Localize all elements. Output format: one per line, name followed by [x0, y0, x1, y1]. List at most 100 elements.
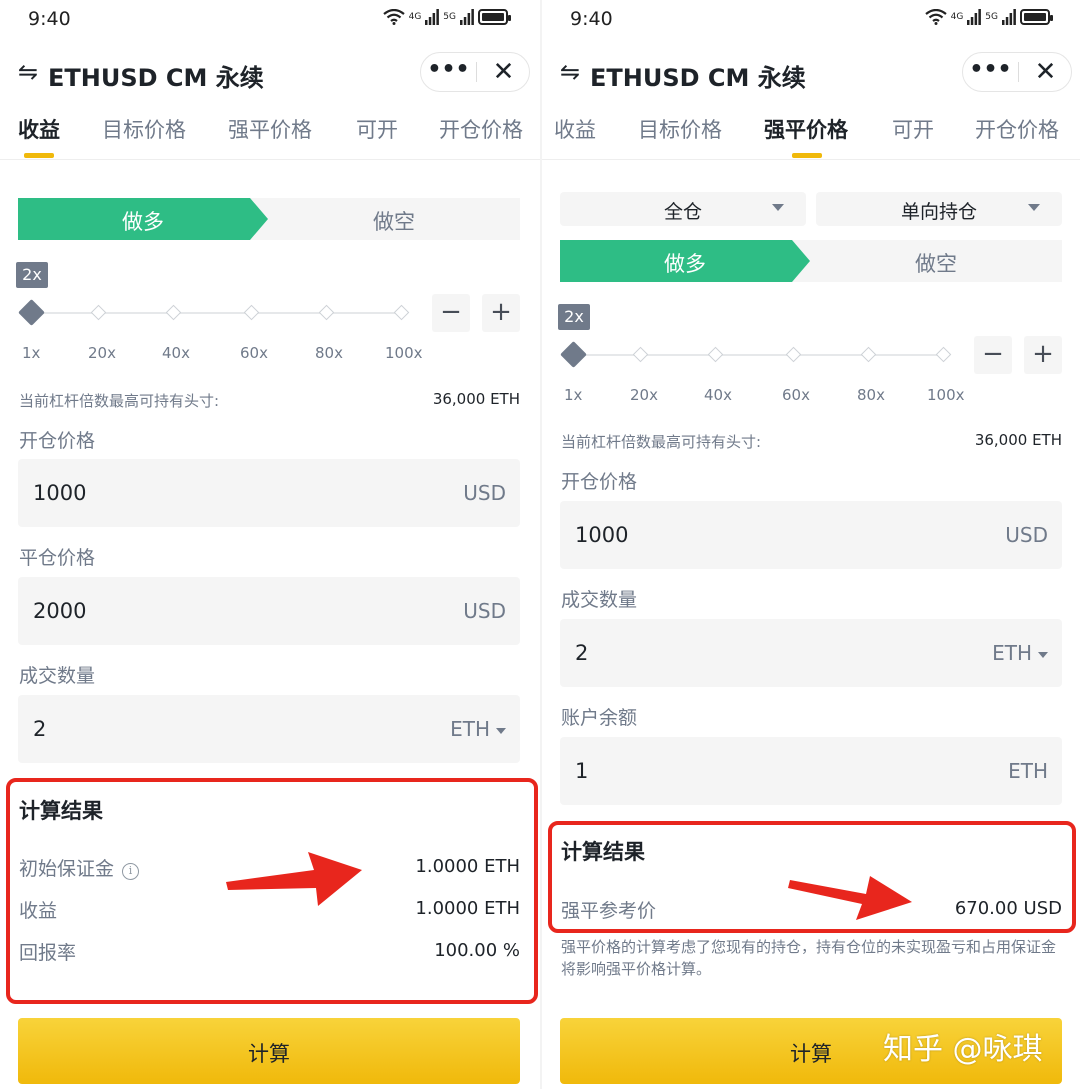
leverage-tick: 40x	[162, 344, 190, 362]
balance-input[interactable]: 1 ETH	[560, 737, 1062, 805]
battery-icon	[478, 9, 511, 25]
status-time: 9:40	[28, 8, 71, 30]
leverage-slider-track[interactable]	[574, 354, 946, 356]
leverage-tick: 100x	[927, 386, 965, 404]
slider-step-dot[interactable]	[860, 346, 877, 363]
close-icon[interactable]: ✕	[1019, 53, 1072, 91]
field-label: 开仓价格	[19, 430, 96, 452]
slider-step-dot[interactable]	[393, 304, 410, 321]
leverage-plus-button[interactable]: +	[1024, 336, 1062, 374]
page-title: ETHUSD CM 永续	[590, 64, 806, 92]
status-bar: 9:40 4G 5G	[0, 0, 540, 38]
slider-step-dot[interactable]	[318, 304, 335, 321]
close-price-input[interactable]: 2000 USD	[18, 577, 520, 645]
tab-max-open[interactable]: 可开	[356, 114, 398, 144]
wifi-icon	[382, 9, 405, 25]
result-label: 回报率	[19, 942, 77, 964]
more-icon[interactable]: •••	[421, 53, 476, 91]
left-screen: 9:40 4G 5G ⇋ ETHUSD CM 永续 ••• ✕ 收益 目标价格 …	[0, 0, 540, 1089]
field-value: 1	[575, 759, 589, 783]
leverage-tick: 20x	[630, 386, 658, 404]
red-arrow-icon	[226, 852, 362, 906]
leverage-tick: 20x	[88, 344, 116, 362]
slider-step-dot[interactable]	[935, 346, 952, 363]
close-icon[interactable]: ✕	[477, 53, 530, 91]
short-button[interactable]: 做空	[268, 206, 520, 236]
initial-margin-value: 1.0000 ETH	[415, 856, 520, 877]
info-icon[interactable]: i	[122, 863, 140, 880]
wifi-icon	[924, 9, 947, 25]
red-arrow-icon	[788, 876, 912, 920]
margin-mode-value: 全仓	[663, 201, 702, 223]
liquidation-price-value: 670.00 USD	[954, 898, 1062, 919]
slider-step-dot[interactable]	[90, 304, 107, 321]
liquidation-note: 强平价格的计算考虑了您现有的持仓，持有仓位的未实现盈亏和占用保证金将影响强平价格…	[561, 938, 1057, 978]
tab-open-price[interactable]: 开仓价格	[975, 114, 1059, 144]
field-label: 平仓价格	[19, 547, 96, 569]
signal-icon	[1002, 9, 1016, 25]
open-price-input[interactable]: 1000 USD	[18, 459, 520, 527]
margin-mode-select[interactable]: 全仓	[560, 192, 806, 226]
swap-icon[interactable]: ⇋	[560, 58, 580, 86]
leverage-slider-track[interactable]	[32, 312, 404, 314]
leverage-slider-thumb[interactable]	[18, 299, 45, 326]
slider-step-dot[interactable]	[243, 304, 260, 321]
field-value: 2	[575, 641, 589, 665]
title-bar: ⇋ ETHUSD CM 永续 ••• ✕	[0, 50, 540, 96]
more-icon[interactable]: •••	[963, 53, 1018, 91]
leverage-minus-button[interactable]: −	[974, 336, 1012, 374]
leverage-minus-button[interactable]: −	[432, 294, 470, 332]
position-mode-value: 单向持仓	[900, 201, 977, 223]
unit-selector[interactable]: ETH	[450, 717, 506, 741]
page-title: ETHUSD CM 永续	[48, 64, 264, 92]
quantity-input[interactable]: 2 ETH	[18, 695, 520, 763]
slider-step-dot[interactable]	[632, 346, 649, 363]
caret-down-icon	[772, 204, 784, 211]
result-title: 计算结果	[19, 799, 103, 823]
tab-liquidation-price[interactable]: 强平价格	[764, 114, 848, 144]
tab-liquidation-price[interactable]: 强平价格	[228, 114, 312, 144]
short-button[interactable]: 做空	[810, 248, 1062, 278]
field-unit: ETH	[992, 641, 1032, 665]
calculate-button[interactable]: 计算	[18, 1018, 520, 1084]
tab-profit[interactable]: 收益	[18, 114, 60, 144]
tab-target-price[interactable]: 目标价格	[638, 114, 722, 144]
field-unit: USD	[463, 481, 506, 505]
tab-max-open[interactable]: 可开	[892, 114, 934, 144]
max-position-label: 当前杠杆倍数最高可持有头寸:	[19, 392, 220, 410]
leverage-tick: 1x	[564, 386, 583, 404]
battery-icon	[1020, 9, 1053, 25]
position-mode-select[interactable]: 单向持仓	[816, 192, 1062, 226]
result-title: 计算结果	[561, 840, 645, 864]
open-price-input[interactable]: 1000 USD	[560, 501, 1062, 569]
leverage-tick: 60x	[240, 344, 268, 362]
leverage-plus-button[interactable]: +	[482, 294, 520, 332]
leverage-tick: 40x	[704, 386, 732, 404]
mini-program-capsule: ••• ✕	[962, 52, 1072, 92]
long-label: 做多	[664, 252, 706, 276]
watermark: 知乎 @咏琪	[883, 1032, 1043, 1067]
slider-step-dot[interactable]	[785, 346, 802, 363]
active-tab-indicator	[792, 153, 822, 158]
side-toggle: 做多 做空	[560, 240, 1062, 282]
field-unit: USD	[463, 599, 506, 623]
tab-profit[interactable]: 收益	[554, 114, 596, 144]
status-icons: 4G 5G	[382, 9, 511, 25]
leverage-tick: 100x	[385, 344, 423, 362]
network-type-1: 4G	[408, 11, 422, 22]
slider-step-dot[interactable]	[707, 346, 724, 363]
leverage-tick: 60x	[782, 386, 810, 404]
signal-icon	[967, 9, 982, 25]
tab-open-price[interactable]: 开仓价格	[439, 114, 523, 144]
swap-icon[interactable]: ⇋	[18, 58, 38, 86]
caret-down-icon	[1038, 651, 1048, 658]
field-value: 2	[33, 717, 47, 741]
result-label: 初始保证金 i	[19, 854, 140, 881]
leverage-slider-thumb[interactable]	[560, 341, 587, 368]
status-bar: 9:40 4G 5G	[542, 0, 1080, 38]
field-value: 2000	[33, 599, 87, 623]
unit-selector[interactable]: ETH	[992, 641, 1048, 665]
tab-target-price[interactable]: 目标价格	[102, 114, 186, 144]
quantity-input[interactable]: 2 ETH	[560, 619, 1062, 687]
slider-step-dot[interactable]	[165, 304, 182, 321]
